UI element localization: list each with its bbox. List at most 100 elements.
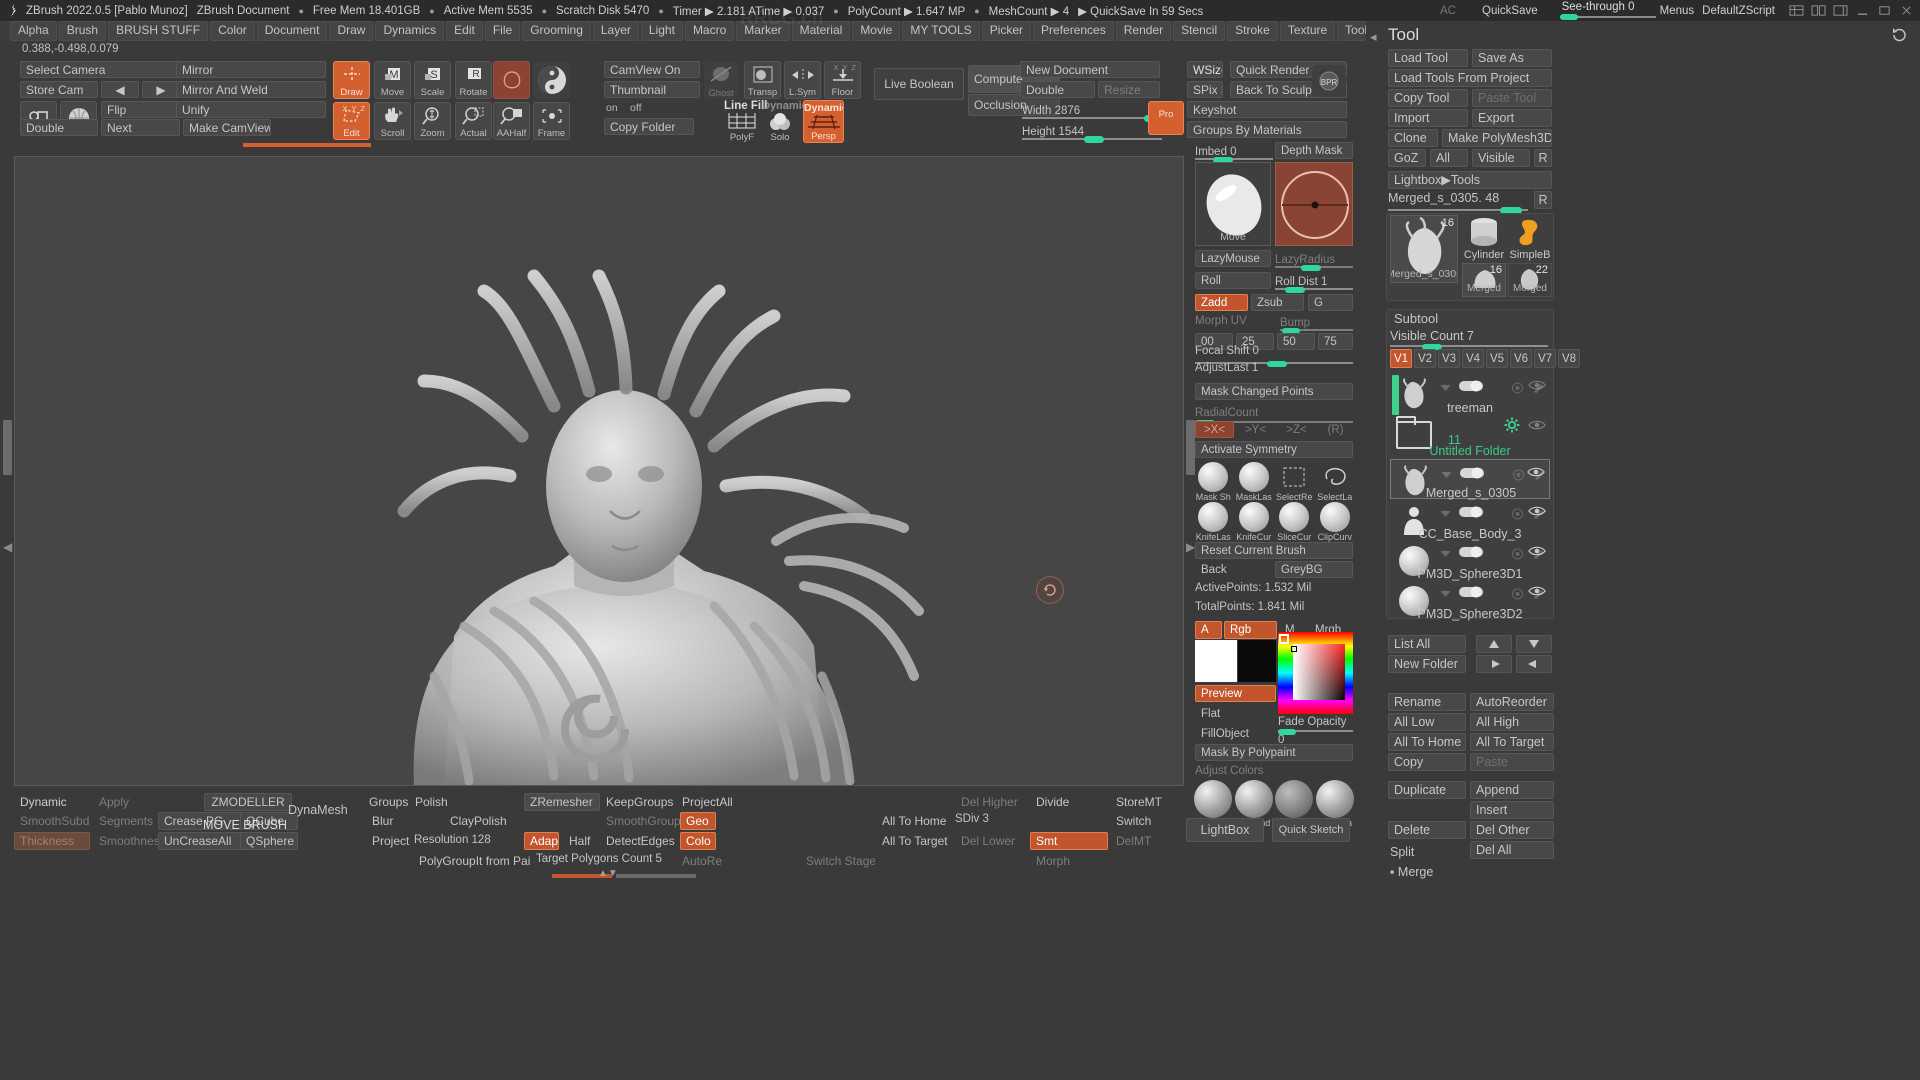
split-section-label[interactable]: Split <box>1390 845 1414 859</box>
symmetry-y-button[interactable]: >Y< <box>1236 421 1275 438</box>
menu-item-file[interactable]: File <box>484 21 521 41</box>
mirror-and-weld-button[interactable]: Mirror And Weld <box>176 81 326 98</box>
tool-tile-simplebrush[interactable]: SimpleB <box>1508 215 1552 261</box>
resolution-slider[interactable]: Resolution 128 <box>414 834 491 846</box>
menu-item-light[interactable]: Light <box>640 21 683 41</box>
draw-mode-button[interactable]: Draw <box>333 61 370 99</box>
lazy-radius-slider[interactable]: LazyRadius <box>1275 250 1353 271</box>
menu-item-stencil[interactable]: Stencil <box>1173 21 1226 41</box>
target-polygons-slider[interactable]: Target Polygons Count 5 <box>536 853 662 865</box>
tool-tile-cylinder[interactable]: Cylinder <box>1462 215 1506 261</box>
project-button[interactable]: Project <box>366 832 418 850</box>
adjust-colors-label[interactable]: Adjust Colors <box>1195 765 1263 777</box>
polish-button[interactable]: Polish <box>409 793 459 811</box>
tray-collapse-icon[interactable]: ▲▼ <box>598 868 618 879</box>
flip-button[interactable]: Flip <box>101 101 180 118</box>
colo-button[interactable]: Colo <box>680 832 716 850</box>
blur-button[interactable]: Blur <box>366 812 418 830</box>
indent-right-button[interactable] <box>1476 655 1512 673</box>
alpha-channel-button[interactable]: A <box>1195 621 1222 639</box>
rgb-button[interactable]: Rgb <box>1224 621 1277 639</box>
local-symmetry-button[interactable]: L.Sym <box>784 61 821 99</box>
all-high-button[interactable]: All High <box>1470 713 1554 731</box>
panels-icon[interactable] <box>1811 4 1826 17</box>
scroll-button[interactable]: Scroll <box>374 102 411 140</box>
ac-label[interactable]: AC <box>1440 5 1456 17</box>
clone-button[interactable]: Clone <box>1388 129 1438 147</box>
subtool-view-tab-v6[interactable]: V6 <box>1510 349 1532 368</box>
mask-by-polypaint-button[interactable]: Mask By Polypaint <box>1195 744 1353 761</box>
dynamic-button[interactable]: Dynamic <box>14 793 90 811</box>
copy-tool-button[interactable]: Copy Tool <box>1388 89 1468 107</box>
mask-changed-points-button[interactable]: Mask Changed Points <box>1195 383 1353 400</box>
new-document-button[interactable]: New Document <box>1020 61 1160 78</box>
del-lower-button[interactable]: Del Lower <box>955 832 1027 850</box>
thickness-slider[interactable]: Thickness <box>14 832 90 850</box>
rotate-mode-button[interactable]: R Rotate <box>455 61 492 99</box>
bpr-button[interactable]: BPR <box>1312 65 1346 97</box>
half-button[interactable]: Half <box>563 832 598 850</box>
see-through-knob[interactable] <box>1559 14 1578 20</box>
export-button[interactable]: Export <box>1472 109 1552 127</box>
subtool-view-tab-v8[interactable]: V8 <box>1558 349 1580 368</box>
menu-item-brush[interactable]: Brush <box>58 21 107 41</box>
del-other-button[interactable]: Del Other <box>1470 821 1554 839</box>
project-all-button[interactable]: ProjectAll <box>676 793 754 811</box>
menu-item-render[interactable]: Render <box>1115 21 1172 41</box>
store-mt-button[interactable]: StoreMT <box>1110 793 1188 811</box>
thumbnail-button[interactable]: Thumbnail <box>604 81 700 98</box>
back-button[interactable]: Back <box>1195 561 1271 578</box>
minimize-icon[interactable] <box>1855 4 1870 17</box>
default-zscript-label[interactable]: DefaultZScript <box>1702 5 1775 17</box>
roll-dist-knob[interactable] <box>1285 287 1305 293</box>
preview-button[interactable]: Preview <box>1195 685 1276 702</box>
main-color-swatch[interactable] <box>1195 640 1237 682</box>
document-double-button[interactable]: Double <box>1020 81 1095 98</box>
quicksave-button[interactable]: QuickSave <box>1482 5 1538 17</box>
keyshot-button[interactable]: Keyshot <box>1187 101 1347 118</box>
stroke-thumbnail[interactable] <box>1275 162 1353 246</box>
left-scrollbar[interactable] <box>3 420 12 475</box>
mask-lasso-brush-button[interactable]: MaskLas <box>1235 462 1274 502</box>
detect-edges-button[interactable]: DetectEdges <box>600 832 688 850</box>
sdiv-slider[interactable]: SDiv 3 <box>955 813 989 825</box>
yin-yang-button[interactable] <box>533 61 570 99</box>
subtool-toggle-icon[interactable] <box>1459 379 1483 397</box>
close-icon[interactable] <box>1899 4 1914 17</box>
gradient-button[interactable]: G <box>1308 294 1353 311</box>
tool-tile-merged-22[interactable]: 22 Merged <box>1508 263 1552 297</box>
subtool-view-tab-v7[interactable]: V7 <box>1534 349 1556 368</box>
next-button[interactable]: Next <box>101 119 180 136</box>
switch-stage-button[interactable]: Switch Stage <box>800 852 876 870</box>
divide-button[interactable]: Divide <box>1030 793 1102 811</box>
menu-item-texture[interactable]: Texture <box>1279 21 1336 41</box>
mask-sharp-brush-button[interactable]: Mask Sh <box>1194 462 1233 502</box>
subtool-view-tab-v5[interactable]: V5 <box>1486 349 1508 368</box>
clip-curve-brush-button[interactable]: ClipCurv <box>1316 502 1355 542</box>
color-picker[interactable] <box>1278 632 1353 714</box>
eye-icon[interactable] <box>1528 378 1546 396</box>
depth-mask-button[interactable]: Depth Mask <box>1275 142 1353 159</box>
persp-button[interactable]: Dynamic Persp <box>803 100 844 143</box>
auto-reorder-button[interactable]: AutoReorder <box>1470 693 1554 711</box>
subtool-toggle-icon[interactable] <box>1460 466 1484 484</box>
menu-item-brush-stuff[interactable]: BRUSH STUFF <box>108 21 209 41</box>
morph-button[interactable]: Morph <box>1030 852 1102 870</box>
knife-curve-brush-button[interactable]: KnifeCur <box>1235 502 1274 542</box>
menu-item-draw[interactable]: Draw <box>329 21 374 41</box>
zmodeller-button[interactable]: ZMODELLER <box>204 793 292 811</box>
adapt-button[interactable]: Adapt <box>524 832 559 850</box>
select-rect-brush-button[interactable]: SelectRe <box>1275 462 1314 502</box>
fade-opacity-slider[interactable]: Fade Opacity 0 <box>1278 712 1353 746</box>
polygroupit-button[interactable]: PolyGroupIt from Paint <box>413 852 531 870</box>
see-through-slider[interactable]: See-through 0 <box>1559 0 1660 21</box>
subtool-view-tab-v1[interactable]: V1 <box>1390 349 1412 368</box>
symmetry-z-button[interactable]: >Z< <box>1277 421 1316 438</box>
move-down-button[interactable] <box>1516 635 1552 653</box>
zremesher-button[interactable]: ZRemesher <box>524 793 600 811</box>
import-button[interactable]: Import <box>1388 109 1468 127</box>
reset-panel-icon[interactable] <box>1891 27 1908 49</box>
new-folder-button[interactable]: New Folder <box>1388 655 1466 673</box>
subtool-all-to-home-button[interactable]: All To Home <box>1388 733 1466 751</box>
goz-all-button[interactable]: All <box>1430 149 1468 167</box>
